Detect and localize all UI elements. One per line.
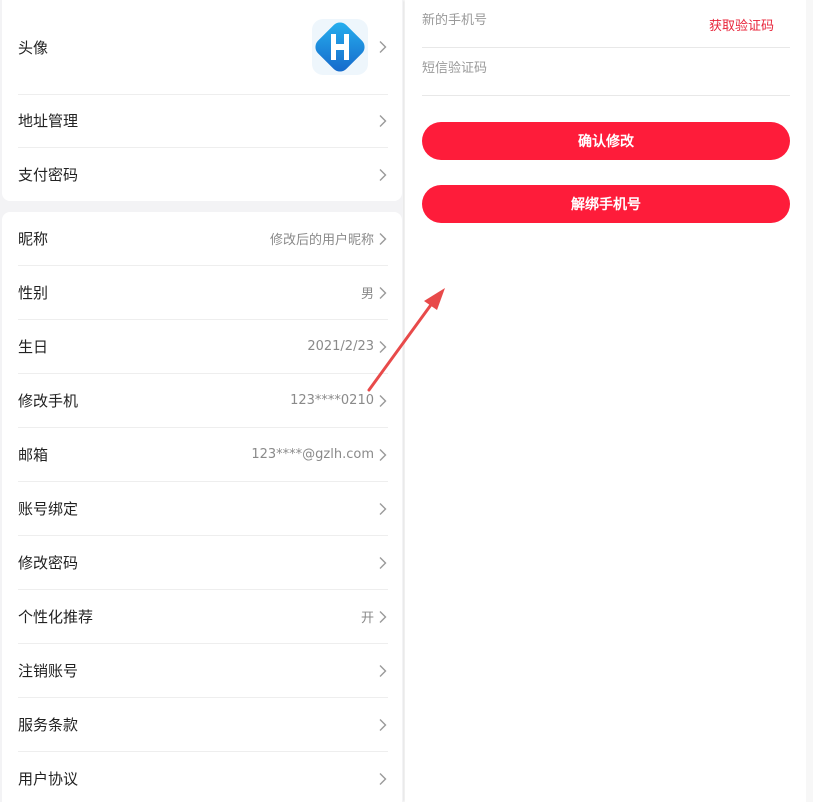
settings-row-value: 修改后的用户昵称 [269,233,374,248]
settings-row-label: 服务条款 [18,716,79,734]
settings-row-change-password[interactable]: 修改密码 [18,536,388,590]
settings-row-account-binding[interactable]: 账号绑定 [18,482,388,536]
chevron-right-icon [378,664,388,678]
avatar [308,15,372,79]
settings-group-basic: 头像 地址管理 支付密码 [2,0,402,201]
chevron-right-icon [378,40,388,54]
chevron-right-icon [378,340,388,354]
get-sms-code-button[interactable]: 获取验证码 [709,15,774,34]
settings-row-label: 生日 [18,338,49,356]
settings-row-value: 开 [360,611,374,626]
change-phone-panel: 获取验证码 确认修改 解绑手机号 [405,0,806,802]
chevron-right-icon [378,502,388,516]
settings-row-pay-password[interactable]: 支付密码 [18,148,388,201]
panel-edge [806,0,813,802]
settings-row-value: 123****0210 [290,393,374,408]
settings-row-personalized-recommend[interactable]: 个性化推荐 开 [18,590,388,644]
chevron-right-icon [378,168,388,182]
settings-row-label: 账号绑定 [18,500,79,518]
confirm-change-button[interactable]: 确认修改 [422,122,790,160]
chevron-right-icon [378,232,388,246]
settings-row-label: 修改手机 [18,392,79,410]
settings-row-cancel-account[interactable]: 注销账号 [18,644,388,698]
chevron-right-icon [378,718,388,732]
new-phone-field: 获取验证码 [422,0,790,48]
chevron-right-icon [378,448,388,462]
settings-row-label: 昵称 [18,230,49,248]
settings-row-change-phone[interactable]: 修改手机 123****0210 [18,374,388,428]
settings-row-birthday[interactable]: 生日 2021/2/23 [18,320,388,374]
settings-row-address[interactable]: 地址管理 [18,94,388,148]
chevron-right-icon [378,610,388,624]
app-logo-icon [312,19,368,75]
settings-row-label: 邮箱 [18,446,49,464]
settings-row-email[interactable]: 邮箱 123****@gzlh.com [18,428,388,482]
chevron-right-icon [378,394,388,408]
settings-row-label: 性别 [18,284,49,302]
settings-row-avatar[interactable]: 头像 [18,0,388,95]
settings-panel: 头像 地址管理 支付密码 昵称 修改后的用户昵称 性别 男 生日 2021/2/… [0,0,403,802]
settings-row-label: 修改密码 [18,554,79,572]
settings-group-profile: 昵称 修改后的用户昵称 性别 男 生日 2021/2/23 修改手机 123**… [2,212,402,802]
chevron-right-icon [378,114,388,128]
sms-code-input[interactable] [422,61,790,76]
settings-row-user-agreement[interactable]: 用户协议 [18,752,388,802]
settings-row-value: 2021/2/23 [307,339,374,354]
settings-row-label: 支付密码 [18,166,79,184]
unbind-phone-button[interactable]: 解绑手机号 [422,185,790,223]
settings-row-value: 123****@gzlh.com [251,447,374,462]
settings-row-nickname[interactable]: 昵称 修改后的用户昵称 [18,212,388,266]
settings-row-value: 男 [360,287,374,302]
settings-row-label: 注销账号 [18,662,79,680]
settings-row-gender[interactable]: 性别 男 [18,266,388,320]
settings-row-terms-of-service[interactable]: 服务条款 [18,698,388,752]
chevron-right-icon [378,286,388,300]
chevron-right-icon [378,772,388,786]
screen: 头像 地址管理 支付密码 昵称 修改后的用户昵称 性别 男 生日 2021/2/… [0,0,813,802]
settings-row-label: 用户协议 [18,770,79,788]
sms-code-field [422,48,790,96]
chevron-right-icon [378,556,388,570]
settings-row-label: 头像 [18,38,49,57]
settings-row-label: 个性化推荐 [18,608,94,626]
new-phone-input[interactable] [422,13,709,28]
settings-row-label: 地址管理 [18,112,79,130]
